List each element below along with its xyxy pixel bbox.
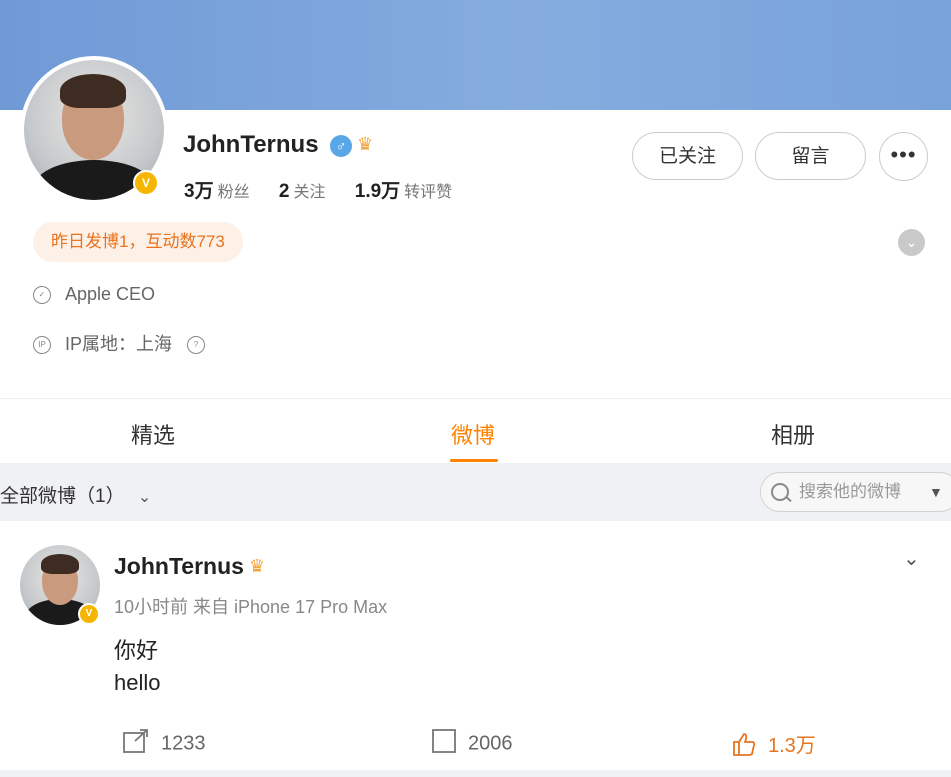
interactions-label: 转评赞 [404, 184, 453, 201]
ip-icon: IP [33, 336, 51, 355]
bio-row: ✓ Apple CEO [33, 284, 155, 305]
tab-weibo[interactable]: 微博 [451, 418, 495, 450]
profile-name: JohnTernus [183, 131, 319, 158]
post-author-name[interactable]: JohnTernus [114, 553, 244, 580]
ip-row: IP IP属地：上海 ? [33, 330, 206, 356]
tab-featured[interactable]: 精选 [131, 418, 175, 450]
comment-icon [432, 729, 456, 759]
followers-count[interactable]: 3万 [184, 181, 214, 202]
search-icon [771, 483, 789, 501]
followers-label: 粉丝 [217, 184, 250, 201]
help-icon[interactable]: ? [187, 336, 206, 355]
filter-label: 全部微博（1） [0, 486, 125, 507]
post-search-input[interactable]: 搜索他的微博 ▼ [760, 472, 951, 512]
post-text-line: hello [114, 670, 161, 695]
active-tab-indicator [450, 459, 498, 462]
activity-badge: 昨日发博1，互动数773 [33, 222, 243, 262]
ip-text: IP属地：上海 [65, 334, 173, 354]
more-options-button[interactable]: ••• [879, 132, 928, 181]
chevron-down-icon: ⌄ [137, 489, 152, 506]
profile-stats: 3万 粉丝 2 关注 1.9万 转评赞 [184, 176, 476, 203]
like-button[interactable]: 1.3万 [732, 729, 816, 762]
tab-album[interactable]: 相册 [771, 418, 815, 450]
repost-count: 1233 [161, 732, 206, 755]
repost-button[interactable]: 1233 [123, 729, 206, 759]
chevron-down-icon[interactable]: ⌄ [903, 546, 920, 571]
interactions-count: 1.9万 [354, 181, 401, 202]
comment-count: 2006 [468, 732, 513, 755]
bio-text: Apple CEO [65, 284, 156, 304]
post-meta: 10小时前 来自 iPhone 17 Pro Max [114, 597, 388, 617]
verified-badge-icon: V [133, 170, 159, 196]
following-label: 关注 [293, 184, 326, 201]
followed-button[interactable]: 已关注 [632, 132, 743, 180]
section-divider [0, 398, 951, 399]
search-placeholder: 搜索他的微博 [799, 482, 901, 501]
caret-down-icon[interactable]: ▼ [929, 473, 943, 511]
comment-button[interactable]: 2006 [432, 729, 513, 759]
chevron-down-icon[interactable]: ⌄ [898, 229, 925, 256]
male-icon: ♂ [330, 135, 352, 157]
post-filter-dropdown[interactable]: 全部微博（1） ⌄ [0, 481, 151, 508]
share-icon [123, 729, 149, 759]
verified-badge-icon: V [78, 603, 100, 625]
message-button[interactable]: 留言 [755, 132, 866, 180]
shield-icon: ✓ [33, 286, 51, 305]
like-count: 1.3万 [768, 735, 816, 757]
thumbs-up-icon [732, 732, 756, 762]
crown-icon: ♛ [249, 556, 266, 576]
post-text-line: 你好 [114, 638, 159, 663]
following-count[interactable]: 2 [279, 181, 290, 202]
bottom-divider [0, 770, 951, 777]
crown-icon: ♛ [357, 134, 374, 154]
